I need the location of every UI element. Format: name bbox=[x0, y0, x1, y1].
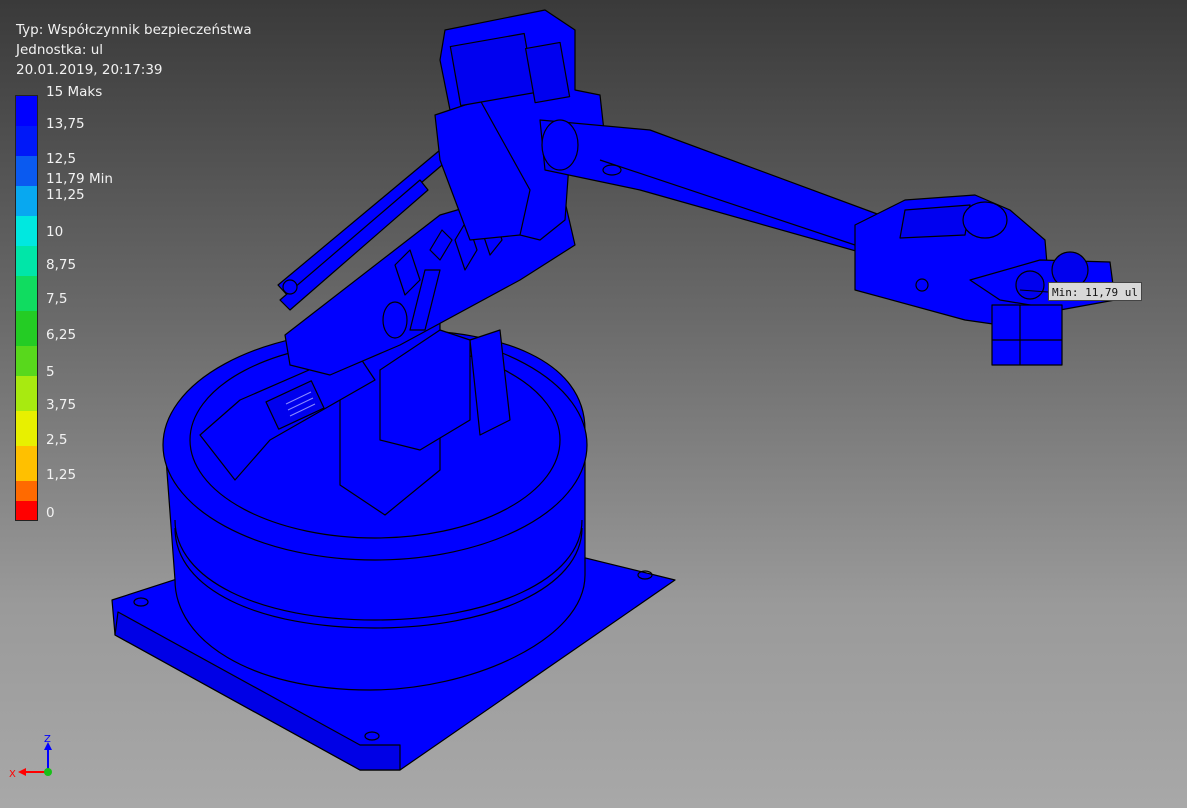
y-axis-icon bbox=[44, 768, 52, 776]
min-value-probe[interactable]: Min: 11,79 ul bbox=[1048, 282, 1142, 301]
view-orientation-triad[interactable]: Z X bbox=[6, 734, 66, 784]
z-axis-label: Z bbox=[44, 734, 51, 745]
model-viewport[interactable] bbox=[0, 0, 1187, 808]
upper-arm bbox=[539, 119, 881, 256]
x-axis-label: X bbox=[9, 769, 16, 780]
x-axis-icon bbox=[18, 768, 26, 776]
